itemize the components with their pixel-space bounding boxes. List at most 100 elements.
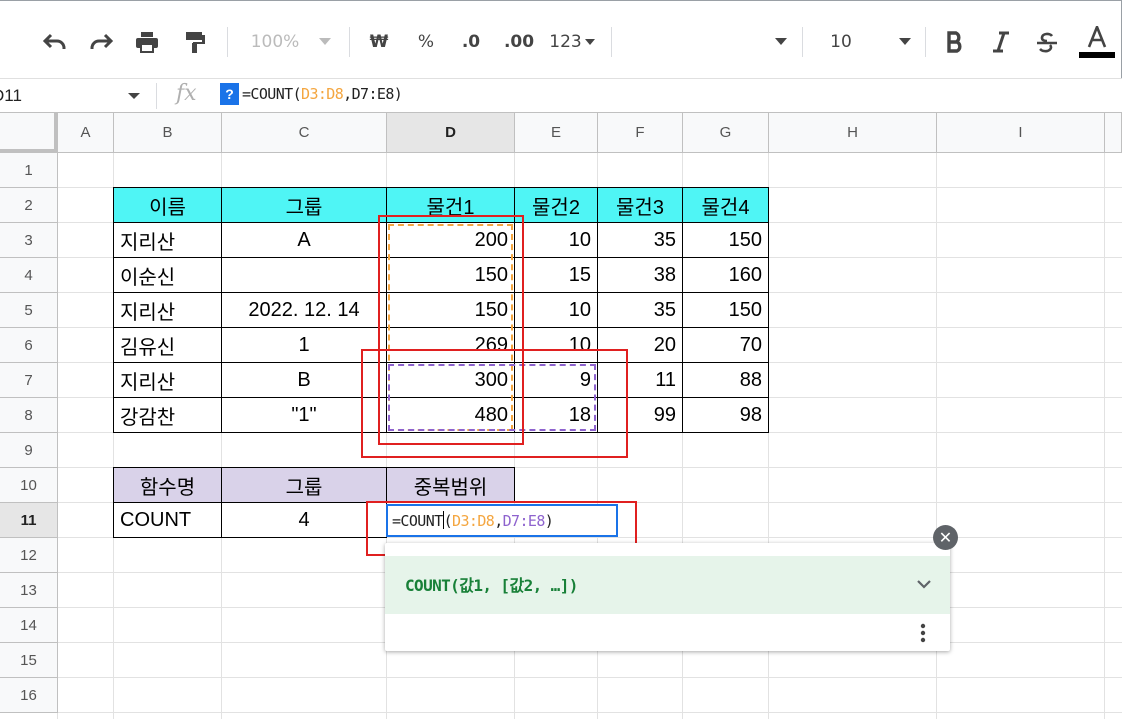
table2-cell[interactable]: COUNT [113, 502, 222, 538]
table-header-cell[interactable]: 그룹 [221, 187, 387, 223]
name-box-dropdown-icon[interactable] [128, 93, 140, 99]
percent-button[interactable]: % [412, 23, 440, 61]
table-cell[interactable]: A [221, 222, 387, 258]
column-header-d[interactable]: D [387, 113, 515, 153]
italic-icon[interactable] [986, 23, 1016, 61]
table-cell[interactable]: 10 [514, 292, 598, 328]
table-cell[interactable]: 2022. 12. 14 [221, 292, 387, 328]
fx-icon: fx [176, 81, 197, 106]
currency-button[interactable]: ₩ [364, 23, 394, 61]
undo-icon[interactable] [38, 23, 72, 61]
table-cell[interactable]: 38 [597, 257, 683, 293]
print-icon[interactable] [130, 23, 164, 61]
font-size-select[interactable]: 10 [826, 23, 856, 61]
formula-help-icon[interactable]: ? [220, 83, 239, 105]
formula-bar-divider [156, 83, 157, 109]
currency-label: ₩ [369, 32, 389, 52]
row-header-6[interactable]: 6 [0, 328, 58, 363]
annotation-box-d7-e8 [361, 349, 628, 458]
column-header-g[interactable]: G [683, 113, 769, 153]
table2-header-cell[interactable]: 중복범위 [386, 467, 515, 503]
row-header-16[interactable]: 16 [0, 678, 58, 713]
table-cell[interactable]: 이순신 [113, 257, 222, 293]
table-cell[interactable]: 160 [682, 257, 769, 293]
row-header-10[interactable]: 10 [0, 468, 58, 503]
row-header-11[interactable]: 11 [0, 503, 58, 538]
table-cell[interactable]: 지리산 [113, 222, 222, 258]
font-dropdown-icon[interactable] [770, 23, 792, 61]
redo-icon[interactable] [84, 23, 118, 61]
close-icon[interactable]: ✕ [933, 525, 958, 550]
table-cell[interactable]: 지리산 [113, 292, 222, 328]
row-header-3[interactable]: 3 [0, 223, 58, 258]
table2-cell[interactable]: 4 [221, 502, 387, 538]
formula-bar: D11 fx ? =COUNT(D3:D8,D7:E8) [0, 78, 1122, 113]
toolbar: 100% ₩ % .0 .00 123 10 [0, 0, 1122, 78]
table-cell[interactable]: 김유신 [113, 327, 222, 363]
bold-icon[interactable] [940, 23, 970, 61]
table-cell[interactable]: 35 [597, 292, 683, 328]
text-color-icon[interactable] [1078, 21, 1116, 63]
row-header-13[interactable]: 13 [0, 573, 58, 608]
row-header-8[interactable]: 8 [0, 398, 58, 433]
formula-suffix: ) [393, 85, 403, 103]
select-all-corner[interactable] [0, 113, 58, 153]
column-header-i[interactable]: I [937, 113, 1105, 153]
formula-ref-1: D3:D8 [301, 85, 344, 103]
chevron-down-icon[interactable] [916, 574, 932, 593]
row-header-14[interactable]: 14 [0, 608, 58, 643]
table-cell[interactable]: 98 [682, 397, 769, 433]
table-cell[interactable]: 88 [682, 362, 769, 398]
column-header-e[interactable]: E [515, 113, 598, 153]
row-header-12[interactable]: 12 [0, 538, 58, 573]
row-header-7[interactable]: 7 [0, 363, 58, 398]
number-format-button[interactable]: 123 [546, 23, 598, 61]
zoom-dropdown-icon[interactable] [314, 23, 336, 61]
table-header-cell[interactable]: 이름 [113, 187, 222, 223]
table-cell[interactable]: 강감찬 [113, 397, 222, 433]
function-hint-header[interactable]: COUNT(값1, [값2, …]) [385, 556, 950, 614]
font-size-dropdown-icon[interactable] [894, 23, 916, 61]
formula-input[interactable]: =COUNT(D3:D8,D7:E8) [242, 85, 403, 103]
table2-header-cell[interactable]: 함수명 [113, 467, 222, 503]
formula-comma: , [343, 85, 352, 103]
table-cell[interactable]: 150 [682, 222, 769, 258]
row-header-9[interactable]: 9 [0, 433, 58, 468]
table-header-cell[interactable]: 물건3 [597, 187, 683, 223]
table-cell[interactable]: 35 [597, 222, 683, 258]
strikethrough-icon[interactable] [1032, 23, 1062, 61]
table-header-cell[interactable]: 물건4 [682, 187, 769, 223]
row-header-5[interactable]: 5 [0, 293, 58, 328]
row-header-2[interactable]: 2 [0, 188, 58, 223]
toolbar-divider [349, 27, 350, 57]
table2-header-cell[interactable]: 그룹 [221, 467, 387, 503]
table-cell[interactable]: 지리산 [113, 362, 222, 398]
decrease-decimal-button[interactable]: .0 [454, 23, 488, 61]
edit-comma: , [494, 512, 503, 530]
table-cell[interactable]: 10 [514, 222, 598, 258]
toolbar-divider [925, 27, 926, 57]
column-header-a[interactable]: A [58, 113, 114, 153]
column-header-c[interactable]: C [222, 113, 387, 153]
table-header-cell[interactable]: 물건2 [514, 187, 598, 223]
column-header-f[interactable]: F [598, 113, 683, 153]
edit-ref-1: D3:D8 [452, 512, 495, 530]
row-header-1[interactable]: 1 [0, 153, 58, 188]
table-cell[interactable]: 15 [514, 257, 598, 293]
column-header-b[interactable]: B [114, 113, 222, 153]
table-cell[interactable]: 70 [682, 327, 769, 363]
table-cell[interactable] [221, 257, 387, 293]
table-cell[interactable]: 150 [682, 292, 769, 328]
gridline-h [58, 677, 1122, 678]
row-header-4[interactable]: 4 [0, 258, 58, 293]
cell-editor[interactable]: =COUNT(D3:D8,D7:E8) [386, 504, 618, 537]
column-header-h[interactable]: H [769, 113, 937, 153]
toolbar-divider [611, 27, 612, 57]
zoom-select[interactable]: 100% [244, 23, 306, 61]
font-size-value: 10 [830, 32, 852, 52]
gridline-h [58, 712, 1122, 713]
paint-format-icon[interactable] [178, 23, 212, 61]
row-header-15[interactable]: 15 [0, 643, 58, 678]
more-options-icon[interactable] [920, 623, 926, 647]
increase-decimal-button[interactable]: .00 [499, 23, 539, 61]
